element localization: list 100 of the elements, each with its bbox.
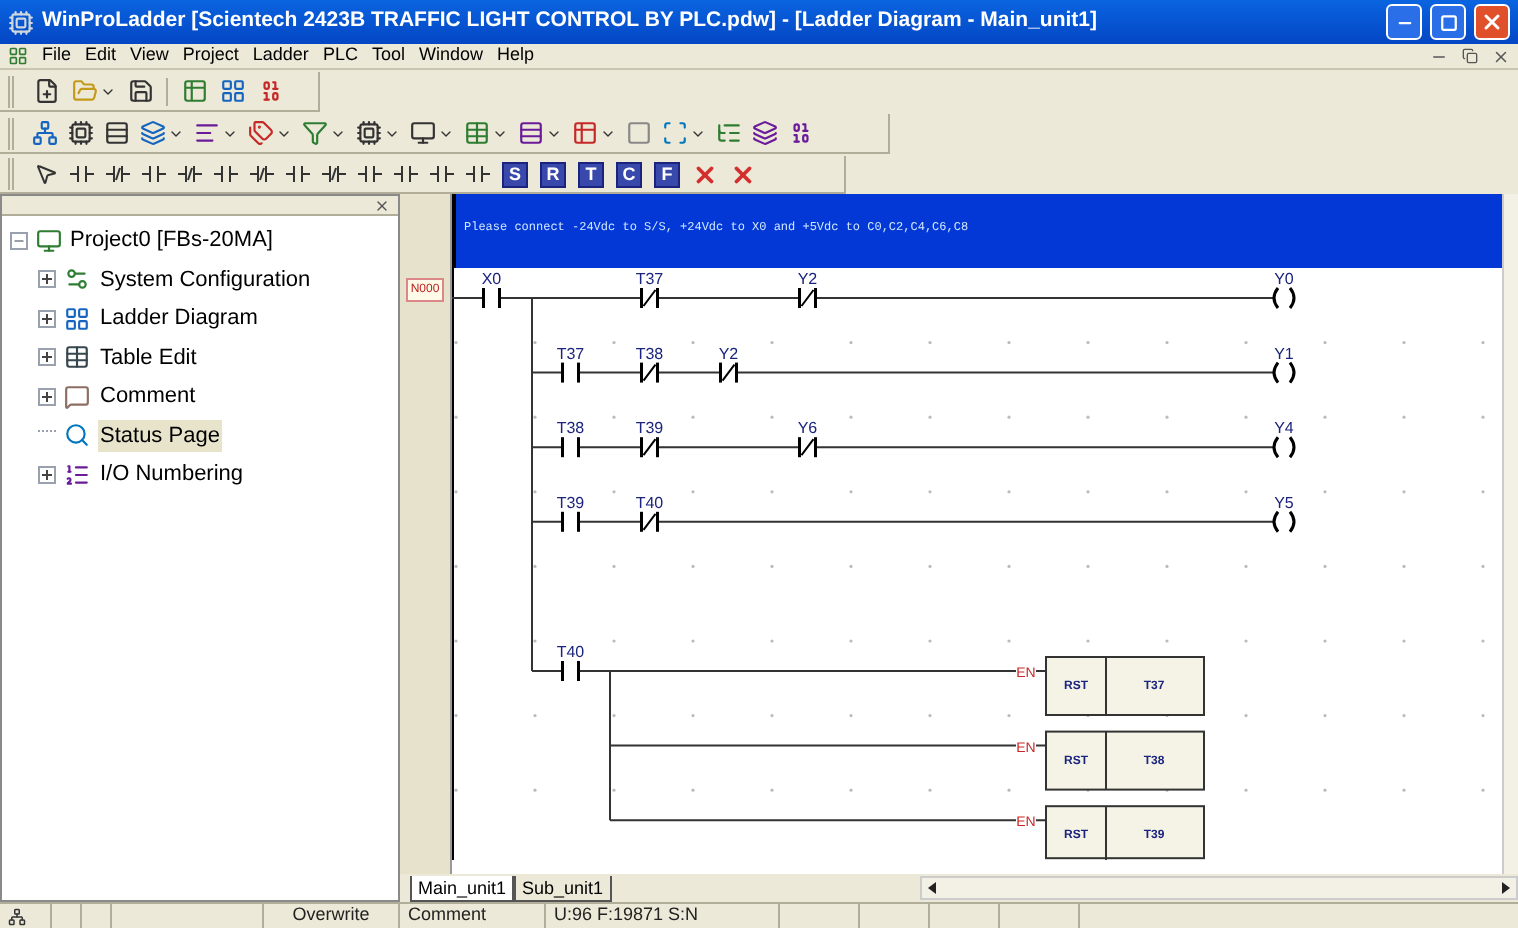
collapse-button[interactable]: [10, 231, 28, 250]
coil-symbol: [1272, 361, 1296, 385]
horizontal-scrollbar[interactable]: [920, 876, 1518, 900]
plus-icon: [40, 350, 54, 365]
instruction-button[interactable]: F: [654, 161, 680, 187]
list-icon[interactable]: [716, 120, 742, 146]
expand-button[interactable]: [38, 348, 56, 367]
network-icon: [8, 907, 26, 925]
instruction-button[interactable]: T: [578, 161, 604, 187]
table-icon[interactable]: [464, 120, 490, 146]
table-icon: [64, 344, 90, 371]
close-icon[interactable]: [374, 197, 390, 213]
layers-icon[interactable]: [752, 120, 778, 146]
window-icon[interactable]: [626, 120, 652, 146]
sheet-tab[interactable]: Sub_unit1: [514, 876, 612, 902]
table-icon[interactable]: [572, 120, 598, 146]
plus-icon: [40, 467, 54, 482]
plus-icon: [40, 272, 54, 287]
ladder-icon: [64, 305, 90, 332]
contact-label: T40: [556, 643, 585, 661]
tag-icon[interactable]: [248, 120, 274, 146]
rows-icon[interactable]: [518, 120, 544, 146]
chip-icon[interactable]: [356, 120, 382, 146]
coil-label: Y0: [1274, 270, 1294, 288]
contact-label: T38: [635, 344, 664, 363]
plus-icon: [40, 389, 54, 404]
instruction-button[interactable]: S: [502, 161, 528, 187]
table-icon[interactable]: [182, 78, 208, 104]
align-icon[interactable]: [194, 120, 220, 146]
restore-icon[interactable]: [1462, 48, 1478, 64]
status-memory: U:96 F:19871 S:N: [554, 902, 699, 928]
close-button[interactable]: [1474, 4, 1510, 40]
contact-label: Y2: [797, 270, 818, 288]
delete-icon[interactable]: [730, 161, 756, 187]
coil-symbol: [1272, 286, 1296, 310]
menu-item[interactable]: Window: [418, 42, 483, 70]
menu-item[interactable]: Ladder: [252, 42, 309, 70]
monitor-icon[interactable]: [410, 120, 436, 146]
pointer-icon[interactable]: [34, 162, 58, 186]
contact-label: Y6: [797, 419, 818, 438]
menu-item[interactable]: Help: [496, 42, 534, 70]
contact-label: T37: [635, 270, 664, 288]
tree-item[interactable]: System Configuration: [98, 263, 313, 296]
contact-label: X0: [481, 270, 502, 288]
sheet-tab[interactable]: Main_unit1: [410, 876, 515, 902]
save-icon[interactable]: [128, 78, 154, 104]
close-icon: [1480, 10, 1504, 34]
contact-label: Y2: [718, 344, 739, 363]
ladder-icon[interactable]: [220, 78, 246, 104]
expand-button[interactable]: [38, 465, 56, 484]
filter-icon[interactable]: [302, 120, 328, 146]
layers-icon[interactable]: [140, 120, 166, 146]
new-file-icon[interactable]: [34, 78, 60, 104]
left-arrow-icon[interactable]: [926, 882, 938, 894]
tree-item[interactable]: Table Edit: [98, 341, 199, 374]
vertical-scrollbar[interactable]: [1502, 194, 1518, 874]
status-view: Comment: [408, 902, 487, 928]
tree-item[interactable]: Comment: [98, 380, 198, 413]
expand-button[interactable]: [38, 387, 56, 406]
app-icon: [8, 9, 34, 35]
minimize-button[interactable]: [1386, 4, 1422, 40]
tree-item[interactable]: Project0 [FBs-20MA]: [70, 224, 273, 257]
document-icon: [8, 46, 28, 66]
network-icon[interactable]: [32, 120, 58, 146]
coil-symbol: [1272, 510, 1296, 534]
plus-icon: [40, 311, 54, 326]
tree-item[interactable]: I/O Numbering: [98, 458, 246, 491]
contact-label: T38: [556, 419, 585, 438]
project-icon: [36, 227, 62, 254]
coil-symbol: [1272, 435, 1296, 459]
coil-label: Y1: [1274, 344, 1294, 363]
instruction-button[interactable]: R: [540, 161, 566, 187]
contact-label: T39: [635, 419, 664, 438]
menu-item[interactable]: Project: [182, 42, 239, 70]
coil-label: Y5: [1274, 493, 1294, 512]
maximize-icon: [1439, 13, 1457, 31]
maximize-button[interactable]: [1430, 4, 1466, 40]
chip-icon[interactable]: [68, 120, 94, 146]
menu-item[interactable]: Edit: [85, 42, 117, 70]
menu-item[interactable]: PLC: [322, 42, 358, 70]
close-icon[interactable]: [1492, 47, 1510, 65]
right-arrow-icon[interactable]: [1500, 882, 1512, 894]
coil-label: Y4: [1274, 419, 1294, 438]
instruction-button[interactable]: C: [616, 161, 642, 187]
menu-item[interactable]: View: [130, 42, 169, 70]
contact-label: T37: [556, 344, 585, 363]
expand-button[interactable]: [38, 309, 56, 328]
delete-icon[interactable]: [692, 161, 718, 187]
expand-button[interactable]: [38, 270, 56, 289]
menu-item[interactable]: Tool: [371, 42, 405, 70]
menu-item[interactable]: File: [42, 42, 72, 70]
window-title: WinProLadder [Scientech 2423B TRAFFIC LIGHT CONTROL BY PLC.pdw] - [Ladder Diagram - Main_unit1]: [42, 6, 1097, 37]
comment-icon: [64, 383, 90, 410]
rows-icon[interactable]: [104, 120, 130, 146]
tree-item[interactable]: Status Page: [98, 419, 222, 452]
status-mode: Overwrite: [292, 902, 370, 928]
config-icon: [64, 266, 90, 293]
tree-item[interactable]: Ladder Diagram: [98, 302, 260, 335]
contact-label: T40: [635, 493, 664, 512]
contact-label: T39: [556, 493, 585, 512]
